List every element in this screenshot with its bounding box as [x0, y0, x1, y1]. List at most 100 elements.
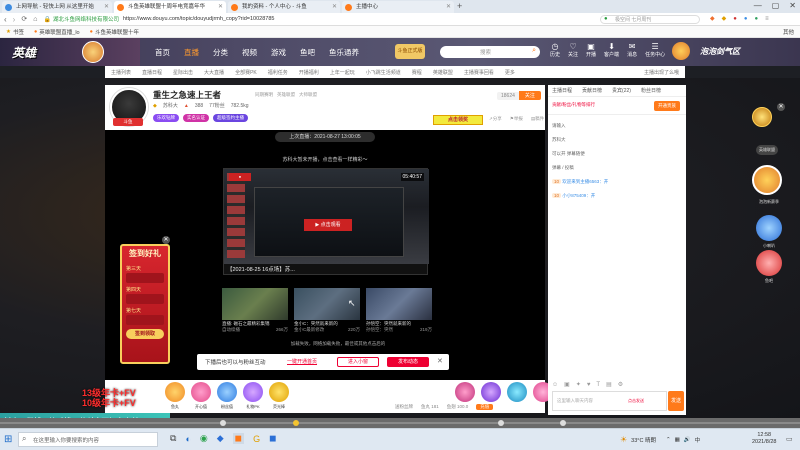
subnav-item[interactable]: 上年一起玩 [330, 69, 355, 76]
gift-item[interactable]: 粉丝值 [217, 382, 237, 410]
notification-icon[interactable]: ▭ [786, 435, 793, 443]
tray-icon[interactable]: ⌃ [666, 437, 671, 443]
extension-icon[interactable]: ◆ [710, 15, 715, 22]
bookmark-more[interactable]: 其他 [783, 28, 794, 36]
chat-notice[interactable]: 贡献/粉丝/礼物等排行 [552, 102, 595, 107]
side-item[interactable]: 小喇叭 [754, 243, 784, 249]
related-video-card[interactable]: 直播: 磁石之最精彩集锦 自动续播 266万 [222, 288, 288, 333]
post-moment-button[interactable]: 发布动态 [387, 357, 429, 367]
side-item[interactable]: 英雄联盟 [756, 145, 778, 155]
settings-icon[interactable]: ⚙ [618, 381, 623, 388]
related-video-card[interactable]: 金小C：突然就来新的 金小C最新修改 220万 [294, 288, 360, 333]
subnav-item[interactable]: 主播列表 [111, 69, 131, 76]
subnav-item[interactable]: 星际出击 [173, 69, 193, 76]
follow-button[interactable]: 关注 [518, 91, 541, 100]
chat-input[interactable]: 这里输入聊天内容 [552, 391, 667, 411]
ime-icon[interactable]: 中 [695, 436, 701, 444]
extension-icon[interactable]: ◆ [722, 15, 727, 22]
open-noble-button[interactable]: 开通贵族 [654, 101, 680, 111]
subnav-item[interactable]: 赛程 [412, 69, 422, 76]
site-logo[interactable]: 英雄 [12, 44, 36, 61]
timeline-marker[interactable] [498, 420, 504, 426]
badge[interactable]: 实名认证 [183, 114, 209, 122]
subnav-item[interactable]: 直播日程 [142, 69, 162, 76]
taskbar-search-input[interactable]: ⌕ 在这里输入你要搜索的内容 [18, 432, 158, 447]
subnav-item[interactable]: 全部赛PK [235, 69, 257, 76]
gift-item[interactable]: 鱼丸 [165, 382, 185, 410]
emoji-icon[interactable]: ☺ [552, 382, 558, 388]
gift-icon[interactable] [481, 382, 501, 402]
browser-tab[interactable]: 主播中心 ✕ [342, 1, 454, 13]
go-live-button[interactable]: ▣ 开播 [586, 42, 596, 58]
extension-icon[interactable]: ● [733, 16, 737, 22]
history-button[interactable]: ◷ 历史 [550, 42, 560, 58]
chat-message[interactable]: 小小875409：开 [562, 193, 595, 198]
report-button[interactable]: ⚑举报 [510, 116, 523, 122]
nav-live[interactable]: 直播 [184, 47, 199, 58]
share-button[interactable]: ↗分享 [489, 116, 502, 122]
replay-video-card[interactable]: ▶ 点击观看 ● 05:40:57 【2021-08-25 16点场】苏... [223, 168, 429, 275]
follow-button[interactable]: ♡ 关注 [568, 42, 578, 58]
subnav-item[interactable]: 主播赛事回看 [464, 69, 494, 76]
gift-item[interactable]: 开心值 [191, 382, 211, 410]
side-item[interactable]: 鱼吧 [754, 278, 784, 284]
floating-event-icon[interactable] [752, 107, 772, 127]
search-icon[interactable]: ⌕ [532, 47, 536, 55]
close-icon[interactable]: ✕ [446, 1, 451, 13]
task-center-button[interactable]: ☰ 任务中心 [645, 42, 665, 58]
avatar[interactable] [672, 42, 690, 60]
close-icon[interactable]: ✕ [218, 1, 223, 13]
meta-tag[interactable]: 英雄联盟 [277, 92, 295, 98]
font-icon[interactable]: T [596, 382, 600, 388]
bag-icon[interactable]: ▤ [606, 381, 612, 388]
close-icon[interactable]: ✕ [162, 236, 170, 244]
badge[interactable]: 超级签约主播 [213, 114, 248, 122]
side-item[interactable]: 泡泡新赛季 [754, 199, 784, 205]
edge-icon[interactable]: ◐ [185, 434, 190, 444]
nav-yuba[interactable]: 鱼吧 [300, 47, 315, 58]
fan-icon[interactable]: ♥ [587, 382, 591, 388]
badge[interactable]: 乐欢钻牌 [153, 114, 179, 122]
send-button[interactable]: 发送 [668, 391, 684, 411]
close-icon[interactable]: ✕ [437, 357, 443, 365]
recharge-button[interactable]: 充值 [476, 404, 494, 410]
bookmark-item[interactable]: 书签 [13, 28, 24, 36]
url-input[interactable]: https://www.douyu.com/topic/douyudjrmh_c… [123, 16, 275, 22]
extension-icon[interactable]: ● [755, 16, 759, 22]
home-icon[interactable]: ⌂ [33, 16, 37, 23]
chat-message[interactable]: 欢迎来到主播6563：开 [562, 179, 608, 184]
promo-badge[interactable]: 斗鱼正式版 [395, 44, 425, 59]
bookmark-item[interactable]: 斗鱼英雄联盟十年 [95, 28, 139, 36]
back-icon[interactable]: ‹ [4, 15, 7, 24]
gift-icon[interactable] [455, 382, 475, 402]
qq-icon[interactable]: ◆ [217, 433, 224, 444]
weather-text[interactable]: 33°C 晴朗 [631, 436, 656, 444]
subnav-item[interactable]: 小飞跳生活频道 [366, 69, 401, 76]
chat-tab[interactable]: 贵宾(22) [612, 87, 631, 94]
gift-item[interactable]: 荧光棒 [269, 382, 289, 410]
nav-fun[interactable]: 鱼乐通养 [329, 47, 359, 58]
message-button[interactable]: ✉ 消息 [627, 42, 637, 58]
extension-icon[interactable]: ● [744, 16, 748, 22]
subnav-item[interactable]: 开播福利 [299, 69, 319, 76]
play-button[interactable]: ▶ 点击观看 [304, 219, 352, 231]
minimize-icon[interactable]: — [754, 1, 762, 10]
clock[interactable]: 12:58 2021/8/28 [752, 432, 776, 446]
start-icon[interactable]: ⊞ [4, 434, 12, 445]
gift-item[interactable]: 礼物PK [243, 382, 263, 410]
video-title[interactable]: 【2021-08-25 16点场】苏... [227, 265, 427, 273]
chat-tab[interactable]: 粉丝日榜 [641, 87, 661, 94]
subnav-item[interactable]: 福利任务 [268, 69, 288, 76]
window-close-icon[interactable]: ✕ [789, 1, 796, 10]
new-tab-button[interactable]: + [457, 1, 462, 11]
timeline-marker[interactable] [220, 420, 226, 426]
close-icon[interactable]: ✕ [332, 1, 337, 13]
subnav-item[interactable]: 大大直播 [204, 69, 224, 76]
nav-category[interactable]: 分类 [213, 47, 228, 58]
subnav-right[interactable]: 主播出现了么哦 [644, 69, 679, 76]
browser-tab[interactable]: 我的资料 - 个人中心 - 斗鱼 ✕ [228, 1, 340, 13]
bookmark-item[interactable]: 英雄联盟直播_lo [39, 28, 79, 36]
close-icon[interactable]: ✕ [777, 103, 785, 111]
refresh-icon[interactable]: ⟳ [21, 15, 27, 23]
promo-banner[interactable]: 点击领奖 [433, 115, 483, 125]
